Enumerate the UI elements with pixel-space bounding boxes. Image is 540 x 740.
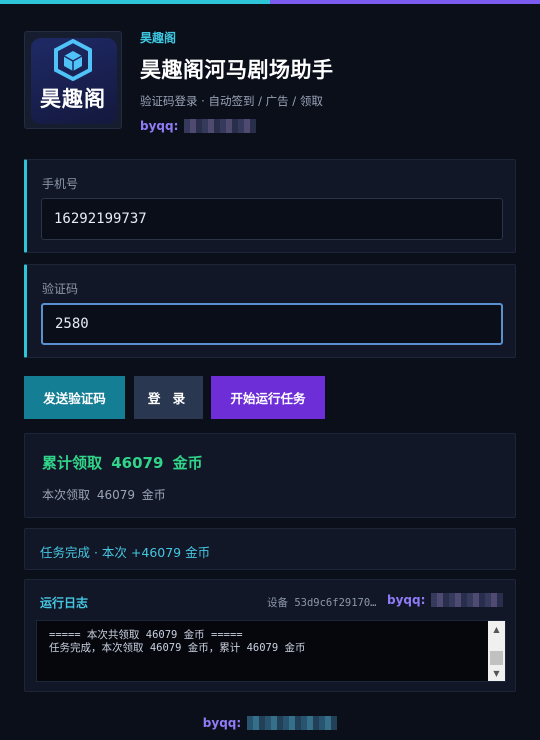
scroll-down-icon[interactable]: ▼ xyxy=(488,665,505,681)
redacted-contact xyxy=(431,593,504,607)
app-logo: 昊趣阁 xyxy=(24,31,122,129)
logo-text: 昊趣阁 xyxy=(40,88,106,111)
total-coins: 累计领取 46079 金币 xyxy=(42,454,203,472)
cube-icon xyxy=(54,39,92,81)
top-accent-bar xyxy=(0,0,540,4)
login-button[interactable]: 登 录 xyxy=(134,376,203,419)
app-description: 验证码登录 · 自动签到 / 广告 / 领取 xyxy=(140,94,323,108)
log-text: ===== 本次共领取 46079 金币 ===== 任务完成，本次领取 460… xyxy=(49,629,306,654)
status-text: 任务完成 · 本次 +46079 金币 xyxy=(40,545,211,560)
app-title: 昊趣阁河马剧场助手 xyxy=(140,58,334,82)
app-subtitle: 昊趣阁 xyxy=(140,31,177,45)
code-label: 验证码 xyxy=(42,282,79,296)
send-code-button[interactable]: 发送验证码 xyxy=(24,376,125,419)
log-title: 运行日志 xyxy=(40,596,89,610)
log-scrollbar[interactable]: ▲ ▼ xyxy=(488,621,505,681)
start-task-button[interactable]: 开始运行任务 xyxy=(211,376,325,419)
phone-label: 手机号 xyxy=(42,177,79,191)
phone-input[interactable] xyxy=(41,198,503,240)
byqq-label: byqq: xyxy=(387,593,426,607)
code-panel: 验证码 xyxy=(24,264,516,358)
redacted-contact xyxy=(247,716,338,730)
code-input[interactable] xyxy=(41,303,503,345)
log-panel: 运行日志 设备 53d9c6f29170… byqq: ===== 本次共领取 … xyxy=(24,579,516,692)
log-byqq: byqq: xyxy=(387,593,504,607)
byqq-label: byqq: xyxy=(202,716,242,730)
byqq-label: byqq: xyxy=(140,119,179,133)
current-coins: 本次领取 46079 金币 xyxy=(42,488,166,502)
redacted-contact xyxy=(184,119,257,133)
device-id: 设备 53d9c6f29170… xyxy=(267,597,377,609)
stats-panel: 累计领取 46079 金币 本次领取 46079 金币 xyxy=(24,433,516,518)
scroll-thumb[interactable] xyxy=(490,651,503,665)
footer-byqq: byqq: xyxy=(0,716,540,730)
log-output[interactable]: ===== 本次共领取 46079 金币 ===== 任务完成，本次领取 460… xyxy=(36,620,506,682)
phone-panel: 手机号 xyxy=(24,159,516,253)
status-panel: 任务完成 · 本次 +46079 金币 xyxy=(24,528,516,570)
header-byqq: byqq: xyxy=(140,119,257,133)
scroll-up-icon[interactable]: ▲ xyxy=(488,621,505,637)
